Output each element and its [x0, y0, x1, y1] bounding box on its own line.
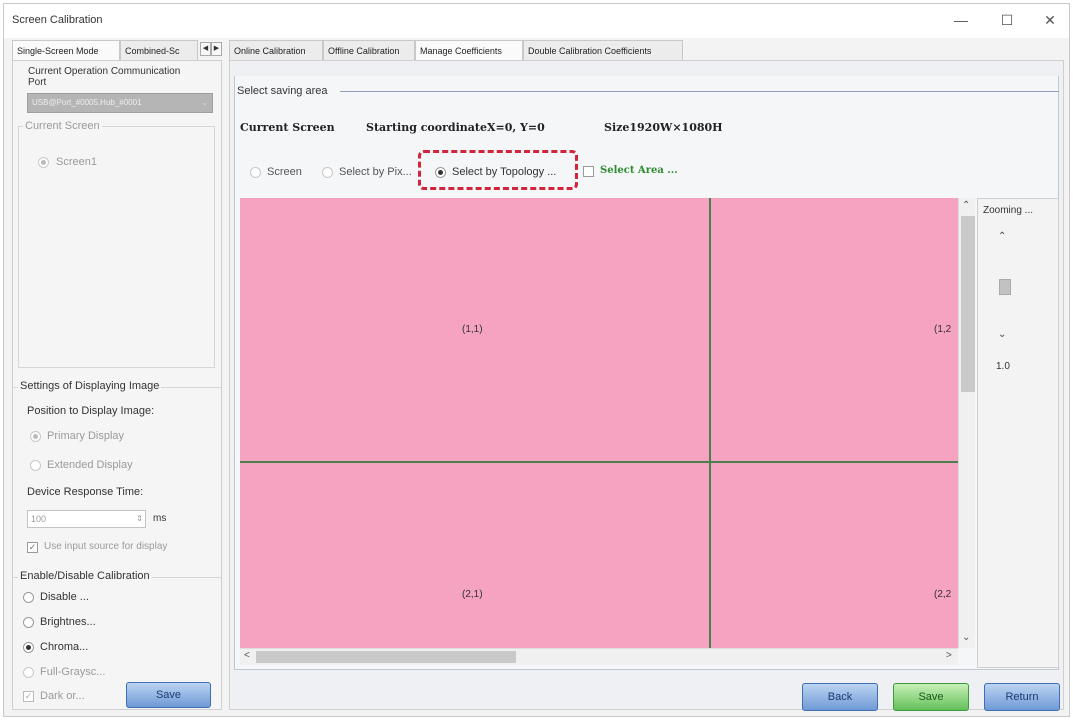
saving-area-title: Select saving area [237, 85, 328, 97]
scroll-left-icon[interactable]: < [244, 650, 250, 661]
left-tab-strip: Single-Screen Mode Combined-Sc ◀ ▶ [12, 40, 222, 60]
starting-coordinate: Starting coordinateX=0, Y=0 [366, 121, 545, 134]
display-settings-title: Settings of Displaying Image [18, 380, 162, 392]
position-label: Position to Display Image: [27, 405, 155, 417]
scroll-down-icon[interactable]: ⌄ [962, 632, 970, 643]
tab-prev-arrow-icon[interactable]: ◀ [200, 42, 211, 56]
response-time-input[interactable]: 100 ⇕ [27, 510, 146, 528]
zoom-panel: Zooming ... ⌃ ⌄ 1.0 [977, 198, 1059, 668]
cabinet-cell-1-1[interactable]: (1,1) [462, 324, 483, 335]
right-tab-strip: Online Calibration Offline Calibration M… [229, 40, 689, 60]
use-input-source-checkbox[interactable]: ✓ [27, 542, 38, 553]
calibration-save-button[interactable]: Save [126, 682, 211, 708]
screen-size: Size1920W×1080H [604, 121, 723, 134]
chroma-label: Chroma... [40, 641, 89, 653]
full-grayscale-label: Full-Graysc... [40, 666, 106, 678]
tab-next-arrow-icon[interactable]: ▶ [211, 42, 222, 56]
brightness-label: Brightnes... [40, 616, 96, 628]
zoom-down-icon[interactable]: ⌄ [998, 329, 1006, 340]
close-button[interactable]: ✕ [1040, 10, 1060, 30]
cabinet-cell-1-2[interactable]: (1,2 [934, 324, 951, 335]
zoom-value: 1.0 [996, 361, 1010, 372]
zoom-slider-thumb[interactable] [999, 279, 1011, 295]
cabinet-cell-2-2[interactable]: (2,2 [934, 589, 951, 600]
horizontal-scroll-thumb[interactable] [256, 651, 516, 663]
select-by-pixel-radio[interactable] [322, 167, 333, 178]
vertical-scroll-thumb[interactable] [961, 216, 975, 392]
stepper-icon[interactable]: ⇕ [136, 511, 143, 527]
scroll-up-icon[interactable]: ⌃ [962, 200, 970, 211]
back-button[interactable]: Back [802, 683, 878, 711]
screen1-radio[interactable] [38, 157, 49, 168]
brightness-radio[interactable] [23, 617, 34, 628]
response-time-label: Device Response Time: [27, 486, 144, 498]
tab-double-calibration[interactable]: Double Calibration Coefficients [523, 40, 683, 60]
saving-area-rule [340, 91, 1059, 92]
scroll-right-icon[interactable]: > [946, 650, 952, 661]
cabinet-divider-horizontal [240, 461, 958, 463]
select-by-pixel-label: Select by Pix... [339, 166, 412, 178]
topology-canvas[interactable]: (1,1) (1,2 (2,1) (2,2 [240, 198, 958, 648]
chevron-down-icon: ⌄ [201, 98, 208, 107]
title-bar [4, 4, 1069, 38]
comm-port-value: USB@Port_#0005.Hub_#0001 [32, 98, 142, 107]
canvas-horizontal-scrollbar[interactable]: < > [240, 648, 958, 665]
cabinet-cell-2-1[interactable]: (2,1) [462, 589, 483, 600]
current-screen-heading: Current Screen [240, 121, 335, 134]
save-button[interactable]: Save [893, 683, 969, 711]
full-grayscale-radio[interactable] [23, 667, 34, 678]
primary-display-label: Primary Display [47, 430, 125, 442]
chroma-radio[interactable] [23, 642, 34, 653]
screen-radio[interactable] [250, 167, 261, 178]
comm-port-label: Current Operation Communication Port [28, 66, 181, 88]
response-time-unit: ms [153, 513, 167, 524]
select-area-label: Select Area ... [600, 165, 678, 176]
current-screen-title: Current Screen [23, 120, 102, 132]
tab-manage-coefficients[interactable]: Manage Coefficients [415, 40, 523, 60]
tab-single-screen-mode[interactable]: Single-Screen Mode [12, 40, 120, 60]
response-time-value: 100 [31, 514, 47, 524]
cabinet-divider-vertical [709, 198, 711, 648]
comm-port-select[interactable]: USB@Port_#0005.Hub_#0001 ⌄ [27, 93, 213, 113]
select-area-checkbox[interactable] [583, 166, 594, 177]
canvas-vertical-scrollbar[interactable]: ⌃ ⌄ [958, 198, 975, 648]
extended-display-radio[interactable] [30, 460, 41, 471]
tab-combined-screen[interactable]: Combined-Sc [120, 40, 198, 60]
screen-option-label: Screen [267, 166, 302, 178]
tab-offline-calibration[interactable]: Offline Calibration [323, 40, 415, 60]
maximize-button[interactable]: ☐ [997, 10, 1017, 30]
minimize-button[interactable]: — [951, 10, 971, 30]
calibration-title: Enable/Disable Calibration [18, 570, 152, 582]
dark-or-checkbox[interactable]: ✓ [23, 691, 34, 702]
use-input-source-label: Use input source for display [44, 541, 168, 552]
tab-online-calibration[interactable]: Online Calibration [229, 40, 323, 60]
window-title: Screen Calibration [12, 14, 103, 26]
topology-highlight-annotation [418, 150, 578, 190]
zoom-up-icon[interactable]: ⌃ [998, 231, 1006, 242]
return-button[interactable]: Return [984, 683, 1060, 711]
disable-label: Disable ... [40, 591, 89, 603]
zoom-title: Zooming ... [983, 205, 1034, 216]
disable-radio[interactable] [23, 592, 34, 603]
screen1-label: Screen1 [56, 156, 97, 168]
dark-or-label: Dark or... [40, 690, 85, 702]
extended-display-label: Extended Display [47, 459, 133, 471]
zoom-slider[interactable]: ⌃ ⌄ [998, 231, 1011, 349]
primary-display-radio[interactable] [30, 431, 41, 442]
